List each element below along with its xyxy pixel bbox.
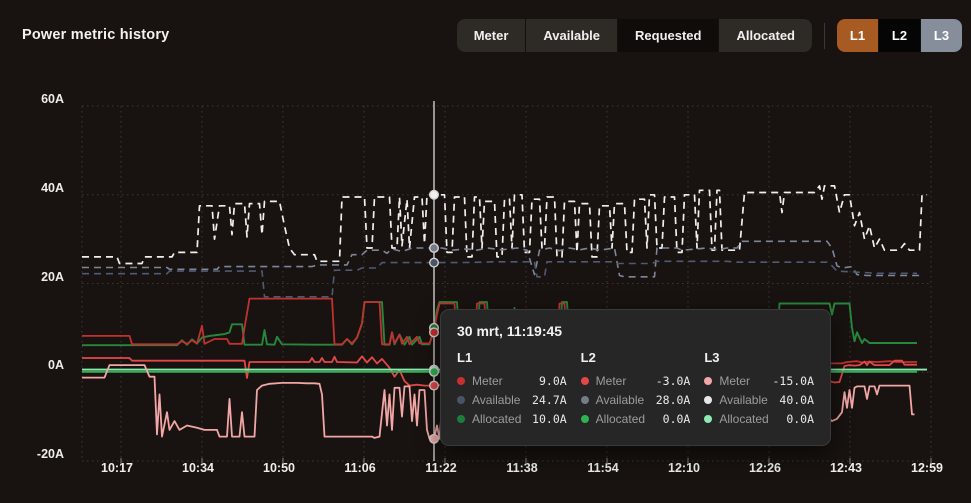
crosshair-marker bbox=[429, 189, 440, 200]
tooltip-row-meter: Meter -15.0A bbox=[704, 371, 814, 390]
allocated-series-dot-icon bbox=[580, 414, 589, 423]
tooltip-metric-value: 0.0A bbox=[786, 411, 815, 426]
tooltip-columns: L1 Meter 9.0A Available 24.7A Allocated 10.0A L… bbox=[457, 350, 814, 428]
toggle-meter[interactable]: Meter bbox=[456, 19, 526, 52]
tooltip-metric-value: 28.0A bbox=[655, 392, 691, 407]
toggle-phase-l3[interactable]: L3 bbox=[921, 19, 962, 52]
crosshair-marker bbox=[429, 366, 440, 377]
tooltip-metric-label: Meter bbox=[472, 373, 503, 388]
tooltip-metric-value: -15.0A bbox=[772, 373, 815, 388]
tooltip-row-allocated: Allocated 0.0A bbox=[704, 409, 814, 428]
phase-toggle-group: L1 L2 L3 bbox=[837, 19, 962, 52]
tooltip-column-l2: L2 Meter -3.0A Available 28.0A Allocated 0.0A bbox=[580, 350, 691, 428]
metric-toggle-group: Meter Available Requested Allocated bbox=[456, 19, 812, 52]
tooltip-column-l1: L1 Meter 9.0A Available 24.7A Allocated 10.0A bbox=[457, 350, 567, 428]
chart-tooltip: 30 mrt, 11:19:45 L1 Meter 9.0A Available 24.… bbox=[440, 309, 831, 446]
toolbar-divider bbox=[824, 22, 825, 49]
toggle-phase-l2[interactable]: L2 bbox=[879, 19, 920, 52]
toggle-phase-l1[interactable]: L1 bbox=[837, 19, 878, 52]
tooltip-phase-header: L2 bbox=[580, 350, 596, 365]
series-line-l1-available bbox=[82, 260, 917, 298]
y-tick-label: 60A bbox=[41, 92, 64, 106]
crosshair-marker bbox=[429, 433, 440, 444]
toggle-allocated[interactable]: Allocated bbox=[719, 19, 812, 52]
tooltip-metric-value: -3.0A bbox=[655, 373, 691, 388]
meter-series-dot-icon bbox=[704, 376, 713, 385]
tooltip-metric-label: Allocated bbox=[472, 411, 522, 426]
crosshair-marker bbox=[429, 327, 440, 338]
tooltip-metric-label: Meter bbox=[719, 373, 751, 388]
crosshair-marker bbox=[429, 380, 440, 391]
tooltip-metric-label: Allocated bbox=[719, 411, 769, 426]
tooltip-timestamp: 30 mrt, 11:19:45 bbox=[457, 323, 563, 339]
y-tick-label: 0A bbox=[48, 358, 64, 373]
power-metric-history-panel: Power metric history Meter Available Reque… bbox=[0, 0, 971, 503]
tooltip-metric-value: 0.0A bbox=[662, 411, 691, 426]
available-series-dot-icon bbox=[704, 395, 713, 404]
tooltip-phase-header: L3 bbox=[704, 350, 720, 365]
toggle-available[interactable]: Available bbox=[526, 19, 618, 52]
meter-series-dot-icon bbox=[457, 376, 465, 385]
crosshair-marker bbox=[429, 257, 440, 268]
tooltip-metric-label: Available bbox=[719, 392, 768, 407]
meter-series-dot-icon bbox=[580, 376, 589, 385]
allocated-series-dot-icon bbox=[704, 414, 713, 423]
tooltip-metric-value: 10.0A bbox=[532, 411, 567, 426]
y-tick-label: 40A bbox=[41, 180, 64, 195]
tooltip-metric-label: Allocated bbox=[595, 411, 646, 426]
tooltip-metric-label: Meter bbox=[595, 373, 627, 388]
crosshair-marker bbox=[429, 242, 440, 253]
tooltip-metric-value: 9.0A bbox=[538, 373, 567, 388]
tooltip-row-allocated: Allocated 10.0A bbox=[457, 409, 567, 428]
toggle-requested[interactable]: Requested bbox=[618, 19, 719, 52]
tooltip-row-meter: Meter 9.0A bbox=[457, 371, 567, 390]
tooltip-metric-label: Available bbox=[595, 392, 645, 407]
tooltip-metric-value: 40.0A bbox=[779, 392, 815, 407]
y-tick-label: 20A bbox=[41, 269, 64, 284]
series-line-l2-available bbox=[82, 240, 922, 278]
tooltip-row-available: Available 24.7A bbox=[457, 390, 567, 409]
tooltip-column-l3: L3 Meter -15.0A Available 40.0A Allocated 0.0A bbox=[704, 350, 814, 428]
tooltip-row-available: Available 28.0A bbox=[580, 390, 691, 409]
series-line-l3-available bbox=[82, 185, 927, 265]
tooltip-row-available: Available 40.0A bbox=[704, 390, 814, 409]
available-series-dot-icon bbox=[457, 395, 465, 404]
page-title: Power metric history bbox=[22, 27, 170, 43]
tooltip-row-allocated: Allocated 0.0A bbox=[580, 409, 691, 428]
available-series-dot-icon bbox=[580, 395, 589, 404]
y-tick-label: -20A bbox=[36, 447, 64, 461]
tooltip-phase-header: L1 bbox=[457, 350, 473, 365]
allocated-series-dot-icon bbox=[457, 414, 465, 423]
tooltip-metric-value: 24.7A bbox=[532, 392, 567, 407]
tooltip-metric-label: Available bbox=[472, 392, 521, 407]
tooltip-row-meter: Meter -3.0A bbox=[580, 371, 691, 390]
chart-toolbar: Meter Available Requested Allocated L1 L2 L3 bbox=[456, 19, 962, 52]
